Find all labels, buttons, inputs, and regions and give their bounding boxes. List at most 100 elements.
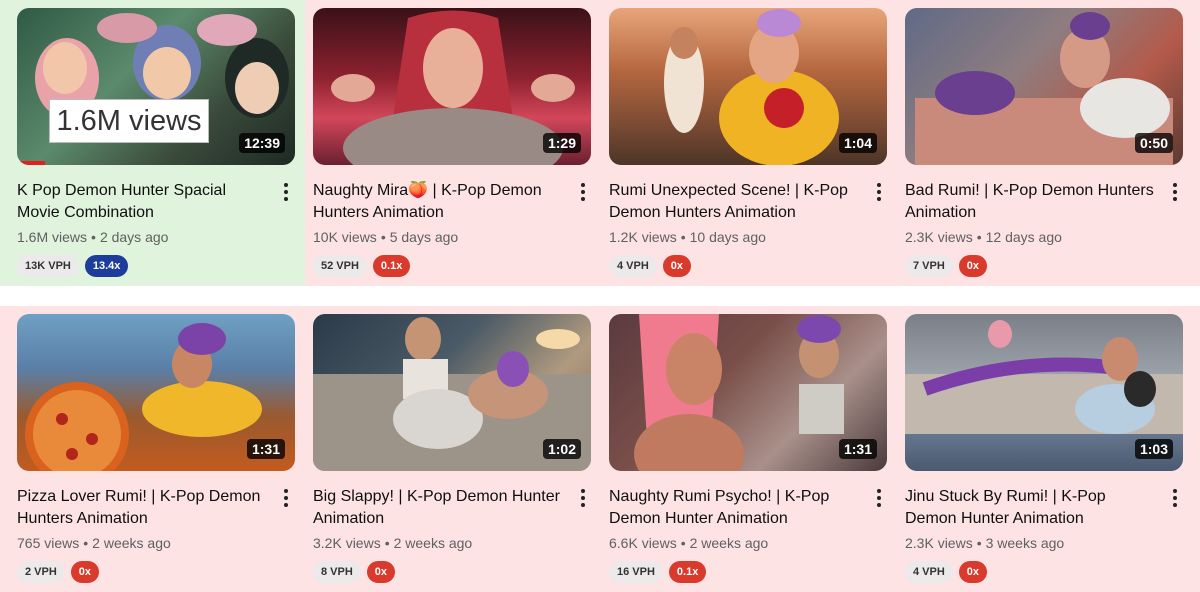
upload-age: 5 days ago <box>389 229 459 245</box>
video-title[interactable]: Jinu Stuck By Rumi! | K-Pop Demon Hunter… <box>905 486 1155 530</box>
video-meta: 1.2K views • 10 days ago <box>609 229 766 245</box>
meta-separator: • <box>680 229 686 245</box>
upload-age: 2 weeks ago <box>689 535 769 551</box>
video-meta: 2.3K views • 3 weeks ago <box>905 535 1064 551</box>
stats-badges: 8 VPH 0x <box>313 561 396 583</box>
video-title[interactable]: Big Slappy! | K-Pop Demon Hunter Animati… <box>313 486 561 530</box>
vph-badge: 8 VPH <box>313 561 361 583</box>
video-meta: 765 views • 2 weeks ago <box>17 535 171 551</box>
multiplier-badge: 13.4x <box>84 255 129 277</box>
video-card: 1:31 Pizza Lover Rumi! | K-Pop Demon Hun… <box>0 306 305 592</box>
more-options-icon[interactable] <box>869 182 889 202</box>
video-duration: 1:03 <box>1134 439 1173 459</box>
vph-badge: 4 VPH <box>905 561 953 583</box>
vph-badge: 16 VPH <box>609 561 663 583</box>
vph-badge: 52 VPH <box>313 255 367 277</box>
view-count: 2.3K views <box>905 535 973 551</box>
video-title[interactable]: Naughty Mira🍑 | K-Pop Demon Hunters Anim… <box>313 180 561 224</box>
upload-age: 3 weeks ago <box>985 535 1065 551</box>
multiplier-badge: 0x <box>366 561 396 583</box>
more-options-icon[interactable] <box>573 182 593 202</box>
video-meta: 2.3K views • 12 days ago <box>905 229 1062 245</box>
stats-badges: 4 VPH 0x <box>905 561 988 583</box>
views-overlay: 1.6M views <box>49 99 209 143</box>
stats-badges: 52 VPH 0.1x <box>313 255 411 277</box>
stats-badges: 16 VPH 0.1x <box>609 561 707 583</box>
video-card: 1.6M views 12:39 K Pop Demon Hunter Spac… <box>0 0 305 286</box>
meta-separator: • <box>83 535 89 551</box>
multiplier-badge: 0.1x <box>372 255 411 277</box>
video-thumbnail[interactable]: 1:04 <box>609 8 887 165</box>
multiplier-badge: 0x <box>958 561 988 583</box>
view-count: 1.6M views <box>17 229 88 245</box>
vph-badge: 2 VPH <box>17 561 65 583</box>
multiplier-badge: 0x <box>70 561 100 583</box>
view-count: 3.2K views <box>313 535 381 551</box>
meta-separator: • <box>680 535 686 551</box>
video-row-1: 1.6M views 12:39 K Pop Demon Hunter Spac… <box>0 0 1200 286</box>
video-thumbnail[interactable]: 1.6M views 12:39 <box>17 8 295 165</box>
video-row-2: 1:31 Pizza Lover Rumi! | K-Pop Demon Hun… <box>0 306 1200 592</box>
more-options-icon[interactable] <box>276 182 296 202</box>
more-options-icon[interactable] <box>1165 488 1185 508</box>
video-thumbnail[interactable]: 0:50 <box>905 8 1183 165</box>
more-options-icon[interactable] <box>276 488 296 508</box>
video-title[interactable]: Bad Rumi! | K-Pop Demon Hunters Animatio… <box>905 180 1155 224</box>
video-meta: 10K views • 5 days ago <box>313 229 458 245</box>
video-duration: 1:02 <box>542 439 581 459</box>
stats-badges: 4 VPH 0x <box>609 255 692 277</box>
video-meta: 3.2K views • 2 weeks ago <box>313 535 472 551</box>
video-meta: 1.6M views • 2 days ago <box>17 229 168 245</box>
video-thumbnail[interactable]: 1:02 <box>313 314 591 471</box>
video-thumbnail[interactable]: 1:29 <box>313 8 591 165</box>
upload-age: 10 days ago <box>689 229 766 245</box>
upload-age: 2 days ago <box>99 229 169 245</box>
video-thumbnail[interactable]: 1:31 <box>609 314 887 471</box>
video-card: 1:04 Rumi Unexpected Scene! | K-Pop Demo… <box>601 0 897 286</box>
video-card: 1:31 Naughty Rumi Psycho! | K-Pop Demon … <box>601 306 897 592</box>
multiplier-badge: 0x <box>958 255 988 277</box>
view-count: 6.6K views <box>609 535 677 551</box>
video-duration: 1:31 <box>246 439 285 459</box>
upload-age: 2 weeks ago <box>393 535 473 551</box>
stats-badges: 2 VPH 0x <box>17 561 100 583</box>
more-options-icon[interactable] <box>1165 182 1185 202</box>
multiplier-badge: 0x <box>662 255 692 277</box>
watch-progress-bar <box>17 161 45 165</box>
video-duration: 0:50 <box>1134 133 1173 153</box>
vph-badge: 13K VPH <box>17 255 79 277</box>
video-card: 1:02 Big Slappy! | K-Pop Demon Hunter An… <box>305 306 601 592</box>
view-count: 10K views <box>313 229 377 245</box>
stats-badges: 13K VPH 13.4x <box>17 255 129 277</box>
video-title[interactable]: Rumi Unexpected Scene! | K-Pop Demon Hun… <box>609 180 857 224</box>
video-title[interactable]: K Pop Demon Hunter Spacial Movie Combina… <box>17 180 265 224</box>
video-thumbnail[interactable]: 1:03 <box>905 314 1183 471</box>
meta-separator: • <box>976 535 982 551</box>
meta-separator: • <box>384 535 390 551</box>
view-count: 765 views <box>17 535 80 551</box>
upload-age: 12 days ago <box>985 229 1062 245</box>
more-options-icon[interactable] <box>869 488 889 508</box>
video-title[interactable]: Naughty Rumi Psycho! | K-Pop Demon Hunte… <box>609 486 857 530</box>
multiplier-badge: 0.1x <box>668 561 707 583</box>
view-count: 2.3K views <box>905 229 973 245</box>
video-card: 1:03 Jinu Stuck By Rumi! | K-Pop Demon H… <box>897 306 1200 592</box>
upload-age: 2 weeks ago <box>92 535 171 551</box>
meta-separator: • <box>976 229 982 245</box>
view-count: 1.2K views <box>609 229 677 245</box>
more-options-icon[interactable] <box>573 488 593 508</box>
video-title[interactable]: Pizza Lover Rumi! | K-Pop Demon Hunters … <box>17 486 265 530</box>
video-duration: 1:04 <box>838 133 877 153</box>
video-card: 1:29 Naughty Mira🍑 | K-Pop Demon Hunters… <box>305 0 601 286</box>
video-duration: 1:29 <box>542 133 581 153</box>
vph-badge: 7 VPH <box>905 255 953 277</box>
stats-badges: 7 VPH 0x <box>905 255 988 277</box>
video-duration: 12:39 <box>239 133 285 153</box>
vph-badge: 4 VPH <box>609 255 657 277</box>
meta-separator: • <box>91 229 96 245</box>
video-thumbnail[interactable]: 1:31 <box>17 314 295 471</box>
video-card: 0:50 Bad Rumi! | K-Pop Demon Hunters Ani… <box>897 0 1200 286</box>
video-duration: 1:31 <box>838 439 877 459</box>
video-meta: 6.6K views • 2 weeks ago <box>609 535 768 551</box>
meta-separator: • <box>380 229 386 245</box>
